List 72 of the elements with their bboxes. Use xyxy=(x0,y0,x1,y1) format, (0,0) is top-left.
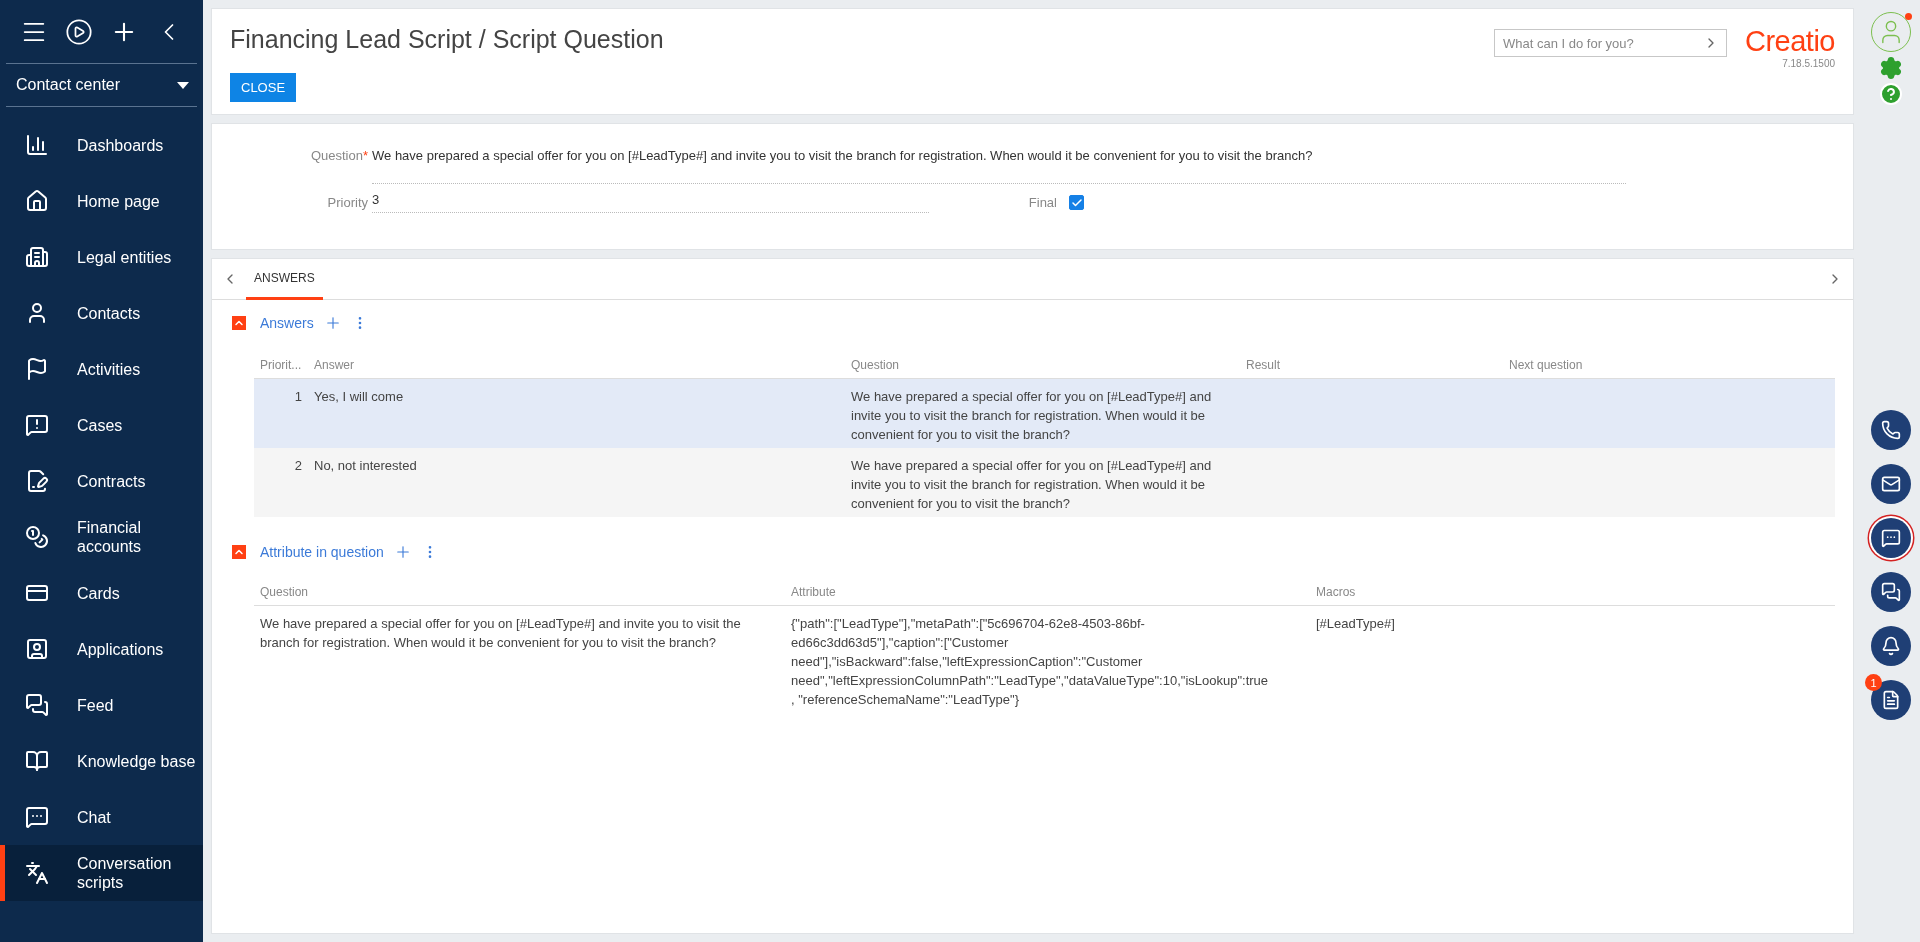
nav-item[interactable]: Dashboards xyxy=(0,117,203,173)
collapse-icon[interactable] xyxy=(232,545,246,559)
nav-item[interactable]: Conversation scripts xyxy=(0,845,203,901)
chat-bubble-icon xyxy=(1881,528,1901,548)
nav-item[interactable]: Feed xyxy=(0,677,203,733)
table-cell: We have prepared a special offer for you on [#LeadType#] and invite you to visit the branch for registration. When would it be convenient for you to visit the branch? xyxy=(845,448,1240,517)
signed-document-icon xyxy=(25,469,49,493)
building-icon xyxy=(25,245,49,269)
exclamation-bubble-icon xyxy=(25,413,49,437)
feed-button[interactable] xyxy=(1871,572,1911,612)
speech-bubbles-icon xyxy=(1881,582,1901,602)
nav-item[interactable]: Applications xyxy=(0,621,203,677)
workplace-dropdown[interactable]: Contact center xyxy=(6,64,197,107)
search-field[interactable]: What can I do for you? xyxy=(1494,29,1727,57)
email-button[interactable] xyxy=(1871,464,1911,504)
count-badge: 1 xyxy=(1865,674,1882,691)
column-header[interactable]: Macros xyxy=(1310,577,1835,606)
phone-icon xyxy=(1881,420,1901,440)
house-icon xyxy=(25,189,49,213)
final-checkbox[interactable] xyxy=(1069,195,1084,210)
close-button[interactable]: CLOSE xyxy=(230,73,297,102)
section-title[interactable]: Answers xyxy=(260,315,314,331)
nav-item[interactable]: Knowledge base xyxy=(0,733,203,789)
table-cell-text: We have prepared a special offer for you on [#LeadType#] and invite you to visit the branch for registration. When would it be convenient for you to visit the branch? xyxy=(259,615,742,652)
logo: Creatio xyxy=(1745,25,1835,58)
notification-dot xyxy=(1905,13,1912,20)
coins-icon xyxy=(25,525,49,549)
tab[interactable]: ANSWERS xyxy=(246,258,323,300)
nav-item[interactable]: Cards xyxy=(0,565,203,621)
table-cell-text: {"path":["LeadType"],"metaPath":["5c696704-62e8-4503-86bf-ed66c3dd63d5"],"caption":["Customer need"],"isBackward":false,"leftExpressionCaption":"Customer need","leftExpressionColumnPath":"LeadType","dataValueType":10,"isLookup":true, "referenceSchemaName":"LeadType"} xyxy=(790,615,1270,709)
table-cell: No, not interested xyxy=(308,448,845,517)
final-label: Final xyxy=(1027,195,1058,210)
chat-button[interactable] xyxy=(1871,518,1911,558)
notifications-button[interactable] xyxy=(1871,626,1911,666)
section-title[interactable]: Attribute in question xyxy=(260,544,384,560)
table-cell: 2 xyxy=(254,448,308,517)
nav-item[interactable]: Legal entities xyxy=(0,229,203,285)
table-cell: Yes, I will come xyxy=(308,379,845,448)
priority-label: Priority xyxy=(326,195,369,210)
phone-button[interactable] xyxy=(1871,410,1911,450)
nav-item[interactable]: Contacts xyxy=(0,285,203,341)
column-header[interactable]: Question xyxy=(254,577,785,606)
nav-item[interactable]: Chat xyxy=(0,789,203,845)
caret-down-icon xyxy=(177,81,189,89)
column-header[interactable]: Attribute xyxy=(785,577,1310,606)
nav-item[interactable]: Activities xyxy=(0,341,203,397)
table-cell: We have prepared a special offer for you on [#LeadType#] and invite you to visit the branch for registration. When would it be convenient for you to visit the branch? xyxy=(845,379,1240,448)
translation-bubbles-icon xyxy=(25,861,49,885)
nav-item[interactable]: Contracts xyxy=(0,453,203,509)
document-icon xyxy=(1881,690,1901,710)
dots-bubble-icon xyxy=(25,805,49,829)
page-title: Financing Lead Script / Script Question xyxy=(230,25,664,54)
nav-item[interactable]: Financial accounts xyxy=(0,509,203,565)
help-icon[interactable] xyxy=(1879,82,1903,106)
open-book-icon xyxy=(25,749,49,773)
priority-field[interactable]: 3 xyxy=(372,192,929,213)
envelope-icon xyxy=(1881,474,1901,494)
bell-icon xyxy=(1881,636,1901,656)
nav-item[interactable]: Cases xyxy=(0,397,203,453)
question-label: Question* xyxy=(309,148,369,163)
nav-item[interactable]: Home page xyxy=(0,173,203,229)
processes-button[interactable] xyxy=(1871,680,1911,720)
table-cell: 1 xyxy=(254,379,308,448)
bar-chart-icon xyxy=(25,133,49,157)
question-field[interactable]: We have prepared a special offer for you on [#LeadType#] and invite you to visit the branch for registration. When would it be convenient for you to visit the branch? xyxy=(372,148,1626,184)
version-text: 7.18.5.1500 xyxy=(1782,58,1835,69)
person-list-icon xyxy=(25,637,49,661)
table-cell-text: [#LeadType#] xyxy=(1315,615,1396,633)
speech-bubbles-icon xyxy=(25,693,49,717)
flag-icon xyxy=(25,357,49,381)
play-icon[interactable] xyxy=(65,17,93,46)
collapse-icon[interactable] xyxy=(232,316,246,330)
